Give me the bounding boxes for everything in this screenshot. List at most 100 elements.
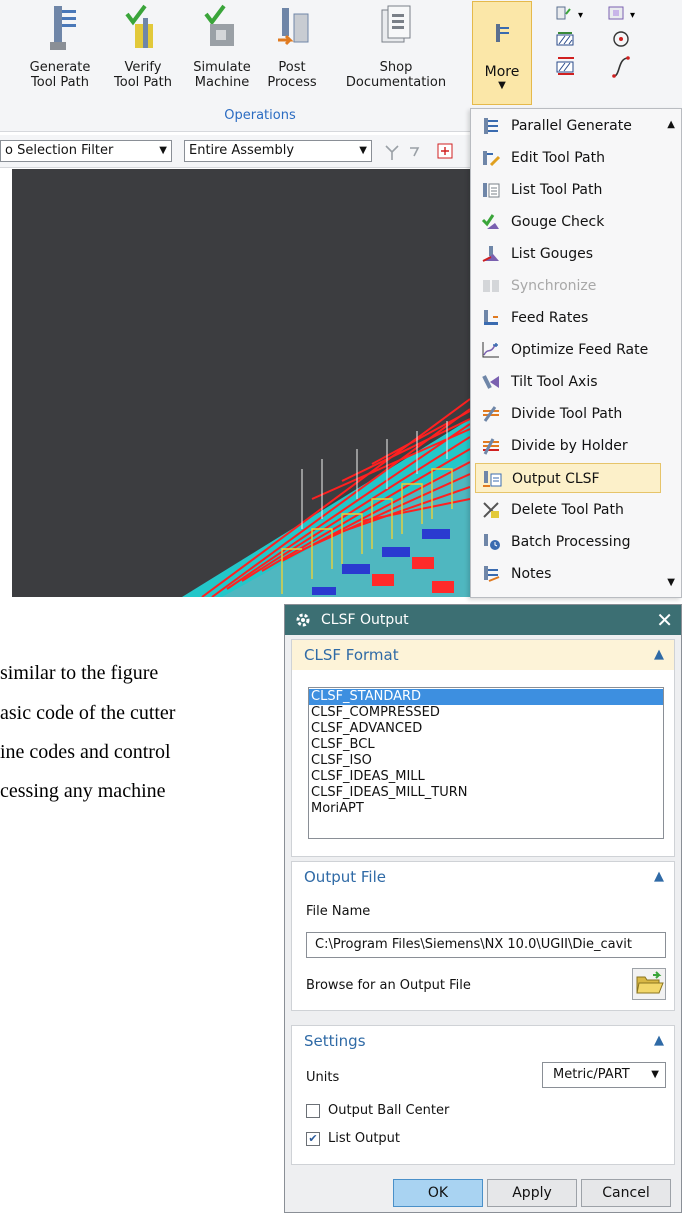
graphics-viewport[interactable] bbox=[12, 169, 470, 597]
menu-item-divide-by-holder[interactable]: Divide by Holder bbox=[475, 431, 661, 461]
spline-curve-icon[interactable] bbox=[612, 56, 630, 82]
menu-item-notes[interactable]: Notes bbox=[475, 559, 661, 589]
menu-item-label: List Gouges bbox=[511, 246, 594, 262]
list-item[interactable]: CLSF_IDEAS_MILL bbox=[309, 769, 663, 785]
chevron-up-icon[interactable]: ▲ bbox=[654, 862, 664, 892]
more-label: More bbox=[484, 64, 520, 80]
selection-filter-value: o Selection Filter bbox=[5, 143, 114, 158]
units-label: Units bbox=[306, 1070, 340, 1085]
menu-item-divide-tool-path[interactable]: Divide Tool Path bbox=[475, 399, 661, 429]
browse-output-file-button[interactable] bbox=[632, 968, 666, 1000]
chevron-down-icon: ▼ bbox=[359, 145, 367, 156]
clsf-format-list[interactable]: CLSF_STANDARD CLSF_COMPRESSED CLSF_ADVAN… bbox=[308, 687, 664, 839]
menu-item-label: Batch Processing bbox=[511, 534, 631, 550]
selection-filter-dropdown[interactable]: o Selection Filter ▼ bbox=[0, 140, 172, 162]
menu-item-batch-processing[interactable]: Batch Processing bbox=[475, 527, 661, 557]
units-select[interactable]: Metric/PART ▼ bbox=[542, 1062, 666, 1088]
list-item[interactable]: CLSF_BCL bbox=[309, 737, 663, 753]
menu-item-list-tool-path[interactable]: List Tool Path bbox=[475, 175, 661, 205]
toolpath-graphics bbox=[182, 398, 470, 597]
list-item[interactable]: CLSF_COMPRESSED bbox=[309, 705, 663, 721]
chevron-down-icon: ▼ bbox=[651, 1069, 659, 1080]
menu-item-label: Synchronize bbox=[511, 278, 597, 294]
file-name-input[interactable]: C:\Program Files\Siemens\NX 10.0\UGII\Di… bbox=[306, 932, 666, 958]
menu-item-delete-tool-path[interactable]: Delete Tool Path bbox=[475, 495, 661, 525]
assembly-scope-dropdown[interactable]: Entire Assembly ▼ bbox=[184, 140, 372, 162]
section-title: Output File bbox=[304, 868, 386, 886]
clsf-output-dialog: CLSF Output ✕ CLSF Format ▲ CLSF_STANDAR… bbox=[284, 604, 682, 1213]
display-gallery-icon[interactable]: ▾ bbox=[608, 6, 642, 26]
simulate-machine-button[interactable]: Simulate Machine bbox=[186, 4, 258, 90]
section-title: Settings bbox=[304, 1032, 366, 1050]
menu-item-tilt-tool-axis[interactable]: Tilt Tool Axis bbox=[475, 367, 661, 397]
gear-icon bbox=[296, 613, 310, 627]
menu-item-label: List Tool Path bbox=[511, 182, 603, 198]
doc-text-line: ine codes and control bbox=[0, 741, 171, 763]
ok-button[interactable]: OK bbox=[393, 1179, 483, 1207]
ribbon-label: Generate bbox=[29, 60, 91, 75]
cancel-button[interactable]: Cancel bbox=[581, 1179, 671, 1207]
divide-tool-path-icon bbox=[483, 406, 499, 422]
menu-item-parallel-generate[interactable]: Parallel Generate bbox=[475, 111, 661, 141]
hatch-range-icon[interactable] bbox=[556, 56, 576, 80]
list-item[interactable]: CLSF_STANDARD bbox=[309, 689, 663, 705]
ribbon-label: Tool Path bbox=[114, 75, 172, 90]
more-button[interactable]: More ▼ bbox=[472, 1, 532, 105]
menu-item-label: Notes bbox=[511, 566, 552, 582]
ribbon-label: Post bbox=[278, 60, 306, 75]
generate-tool-path-button[interactable]: Generate Tool Path bbox=[22, 4, 98, 90]
list-item[interactable]: MoriAPT bbox=[309, 801, 663, 817]
batch-processing-icon bbox=[484, 534, 500, 550]
verify-tool-path-icon bbox=[125, 4, 153, 48]
list-tool-path-icon bbox=[483, 183, 500, 198]
list-item[interactable]: CLSF_ADVANCED bbox=[309, 721, 663, 737]
selection-toolbar: o Selection Filter ▼ Entire Assembly ▼ bbox=[0, 135, 470, 168]
verify-tool-path-button[interactable]: Verify Tool Path bbox=[108, 4, 178, 90]
menu-item-output-clsf[interactable]: Output CLSF bbox=[475, 463, 661, 493]
clsf-format-header[interactable]: CLSF Format ▲ bbox=[292, 640, 674, 670]
list-output-checkbox[interactable]: ✔ bbox=[306, 1132, 320, 1146]
hatch-display-icon[interactable] bbox=[556, 30, 576, 52]
list-gallery-icon[interactable]: ▾ bbox=[556, 6, 590, 26]
ribbon-label: Shop bbox=[379, 60, 413, 75]
menu-item-label: Output CLSF bbox=[512, 471, 600, 487]
menu-item-synchronize: Synchronize bbox=[475, 271, 661, 301]
close-icon[interactable]: ✕ bbox=[656, 605, 673, 635]
ribbon-label: Tool Path bbox=[31, 75, 89, 90]
snap-point-icon[interactable] bbox=[384, 142, 454, 166]
tilt-tool-axis-icon bbox=[482, 375, 499, 389]
output-file-header[interactable]: Output File ▲ bbox=[292, 862, 674, 892]
menu-item-edit-tool-path[interactable]: Edit Tool Path bbox=[475, 143, 661, 173]
scroll-up-icon[interactable]: ▲ bbox=[667, 119, 675, 130]
chevron-up-icon[interactable]: ▲ bbox=[654, 640, 664, 670]
menu-item-label: Feed Rates bbox=[511, 310, 589, 326]
shop-documentation-button[interactable]: Shop Documentation bbox=[336, 4, 456, 90]
svg-text:▾: ▾ bbox=[578, 10, 583, 21]
dialog-title-bar[interactable]: CLSF Output ✕ bbox=[285, 605, 681, 635]
more-icon bbox=[496, 24, 509, 42]
list-item[interactable]: CLSF_IDEAS_MILL_TURN bbox=[309, 785, 663, 801]
section-title: CLSF Format bbox=[304, 646, 399, 664]
scroll-down-icon[interactable]: ▼ bbox=[667, 577, 675, 588]
operations-group-label: Operations bbox=[224, 108, 296, 123]
menu-item-list-gouges[interactable]: List Gouges bbox=[475, 239, 661, 269]
menu-item-gouge-check[interactable]: Gouge Check bbox=[475, 207, 661, 237]
menu-item-optimize-feed-rate[interactable]: Optimize Feed Rate bbox=[475, 335, 661, 365]
svg-text:▾: ▾ bbox=[630, 10, 635, 21]
menu-item-label: Divide Tool Path bbox=[511, 406, 623, 422]
post-process-icon bbox=[278, 8, 309, 46]
output-clsf-icon bbox=[483, 471, 502, 487]
circle-point-icon[interactable] bbox=[612, 30, 630, 52]
ribbon-label: Machine bbox=[194, 75, 250, 90]
menu-item-feed-rates[interactable]: Feed Rates bbox=[475, 303, 661, 333]
apply-button[interactable]: Apply bbox=[487, 1179, 577, 1207]
generate-tool-path-icon bbox=[50, 6, 76, 50]
ribbon-label: Documentation bbox=[345, 75, 447, 90]
post-process-button[interactable]: Post Process bbox=[262, 4, 322, 90]
chevron-up-icon[interactable]: ▲ bbox=[654, 1026, 664, 1056]
settings-header[interactable]: Settings ▲ bbox=[292, 1026, 674, 1056]
list-item[interactable]: CLSF_ISO bbox=[309, 753, 663, 769]
chevron-down-icon: ▼ bbox=[498, 80, 506, 91]
chevron-down-icon: ▼ bbox=[159, 145, 167, 156]
output-ball-center-checkbox[interactable] bbox=[306, 1104, 320, 1118]
